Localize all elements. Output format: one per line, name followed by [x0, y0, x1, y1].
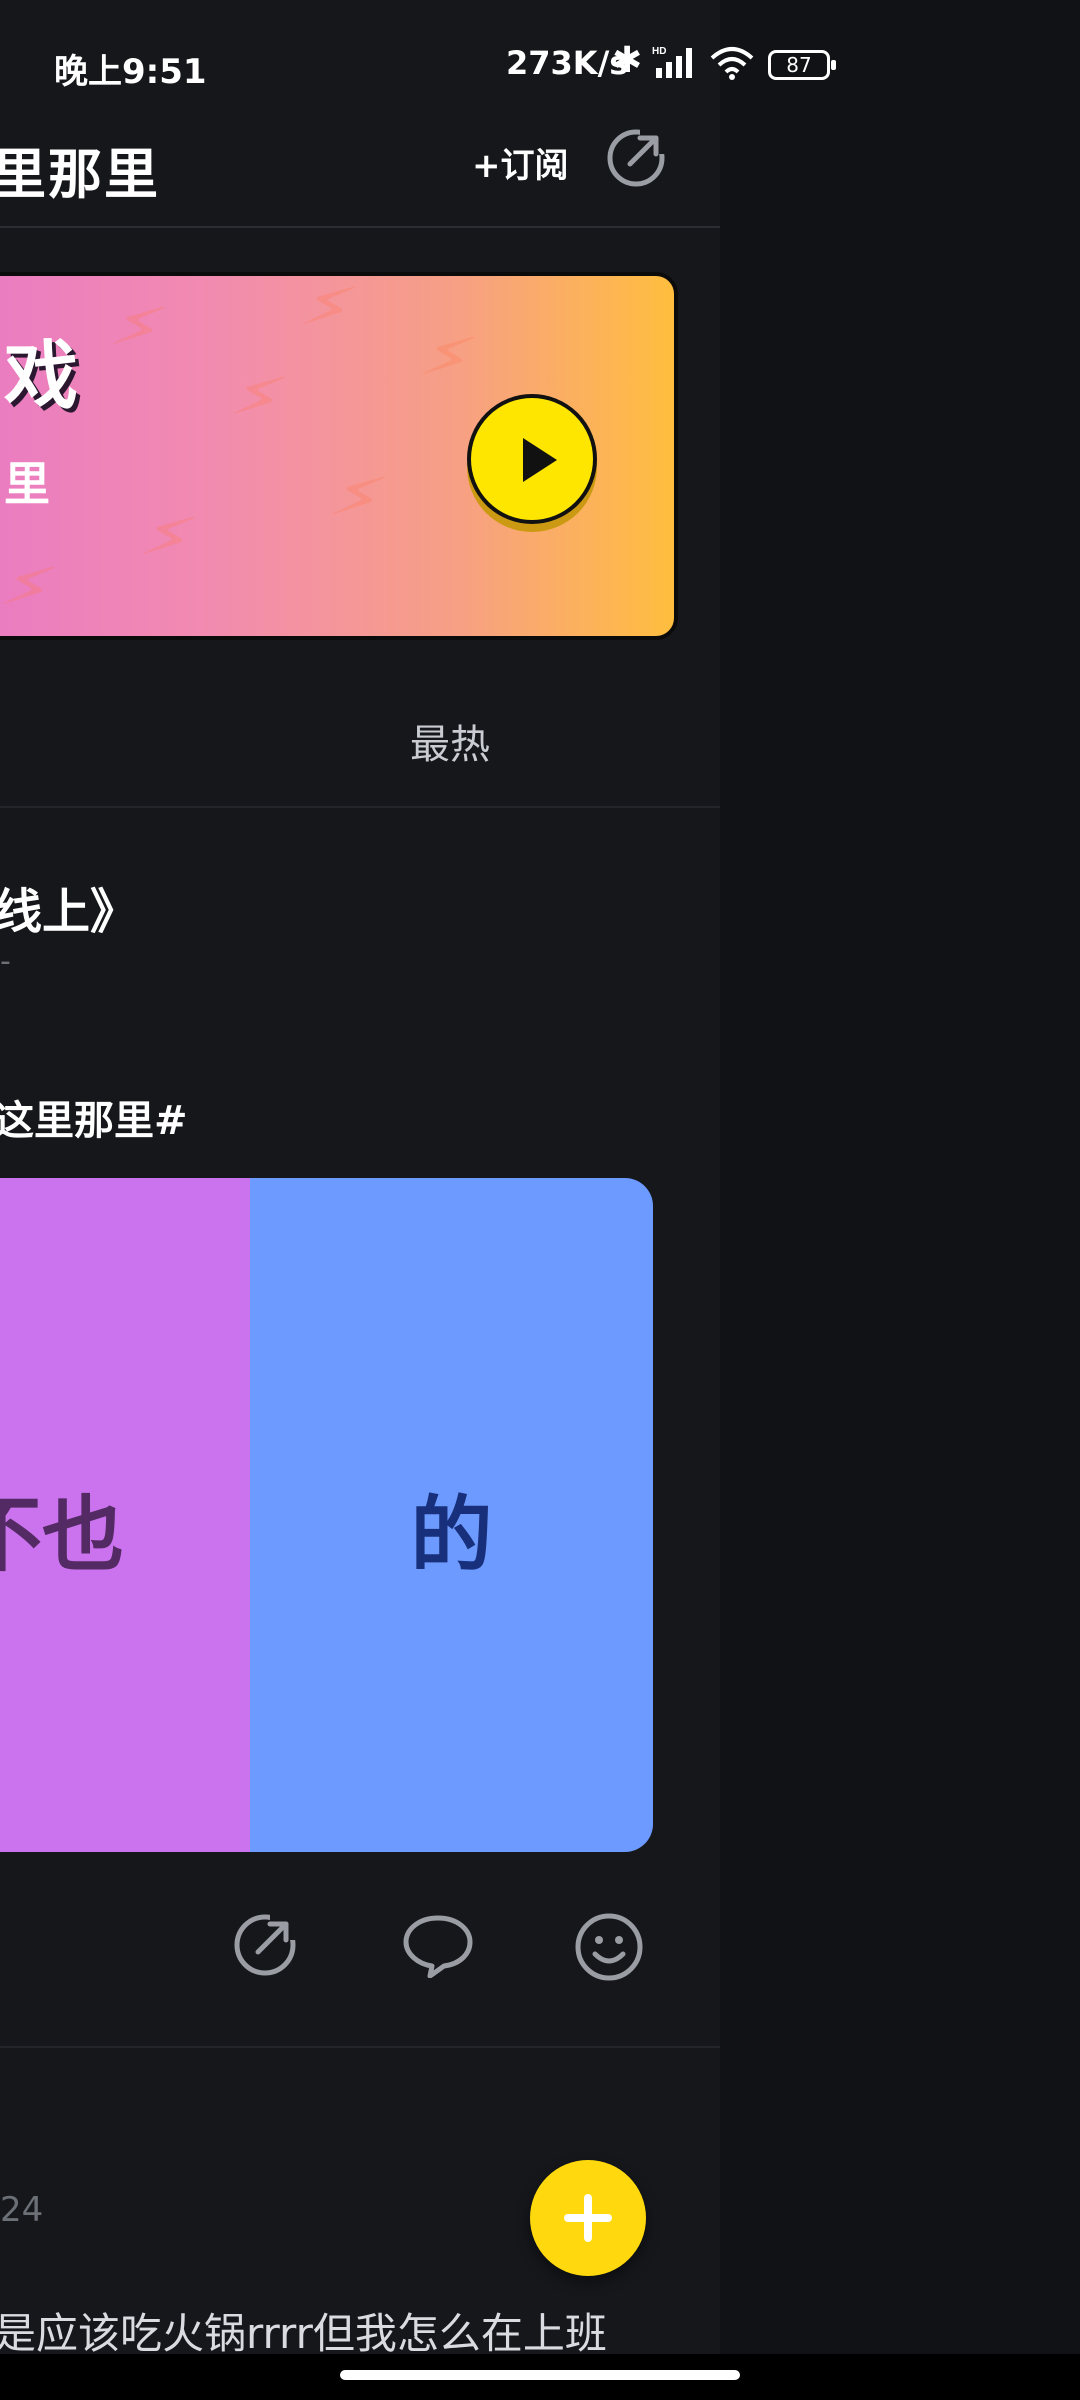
- svg-text:HD: HD: [652, 46, 666, 57]
- signal-icon: HD: [652, 46, 692, 78]
- bolt-decoration: ⚡: [222, 350, 295, 444]
- subscribe-button[interactable]: +订阅: [472, 138, 569, 187]
- battery-icon: 87: [768, 50, 836, 80]
- add-post-button[interactable]: [530, 2160, 646, 2276]
- post-image-tiles[interactable]: 不也 的: [0, 1178, 653, 1852]
- image-tile[interactable]: 不也: [0, 1178, 250, 1852]
- page-title: 里那里: [0, 143, 160, 206]
- background-panel: [720, 0, 1080, 2400]
- emoji-icon[interactable]: [574, 1912, 644, 1982]
- wifi-icon: [710, 47, 754, 80]
- post-title[interactable]: 线上》: [0, 872, 138, 942]
- home-indicator[interactable]: [340, 2370, 740, 2380]
- comment-icon[interactable]: [402, 1912, 474, 1978]
- tab-hot[interactable]: 最热: [410, 712, 490, 770]
- banner-subtitle: 里: [4, 457, 50, 511]
- divider: [0, 2046, 720, 2048]
- bolt-decoration: ⚡: [292, 272, 365, 354]
- network-speed: 273K/s: [506, 44, 629, 82]
- image-tile[interactable]: 的: [250, 1178, 653, 1852]
- tile-text: 的: [410, 1488, 493, 1583]
- sort-tabs: 最热: [0, 690, 720, 808]
- banner-title: 戏: [4, 333, 78, 419]
- bolt-decoration: ⚡: [322, 450, 395, 544]
- status-time: 晚上9:51: [54, 52, 207, 92]
- share-icon[interactable]: [232, 1912, 298, 1978]
- bolt-decoration: ⚡: [0, 540, 65, 634]
- bolt-decoration: ⚡: [412, 310, 485, 404]
- bluetooth-icon: ✱: [612, 40, 643, 81]
- post-meta: -: [0, 944, 11, 979]
- post-text[interactable]: 是应该吃火锅rrrr但我怎么在上班: [0, 2300, 607, 2361]
- post-hashtag[interactable]: 这里那里#: [0, 1088, 188, 1146]
- play-button[interactable]: [467, 394, 597, 524]
- bolt-decoration: ⚡: [102, 280, 175, 374]
- share-icon[interactable]: [606, 128, 666, 188]
- post-timestamp: 24: [0, 2190, 44, 2230]
- tile-text: 不也: [0, 1488, 125, 1583]
- app-header: 里那里 +订阅: [0, 110, 720, 228]
- promo-banner[interactable]: ⚡ ⚡ ⚡ ⚡ ⚡ ⚡ ⚡ 戏 里: [0, 272, 678, 640]
- status-bar: 晚上9:51 273K/s ✱ HD 87: [0, 30, 840, 100]
- bolt-decoration: ⚡: [132, 490, 205, 584]
- post-actions: [0, 1912, 720, 2002]
